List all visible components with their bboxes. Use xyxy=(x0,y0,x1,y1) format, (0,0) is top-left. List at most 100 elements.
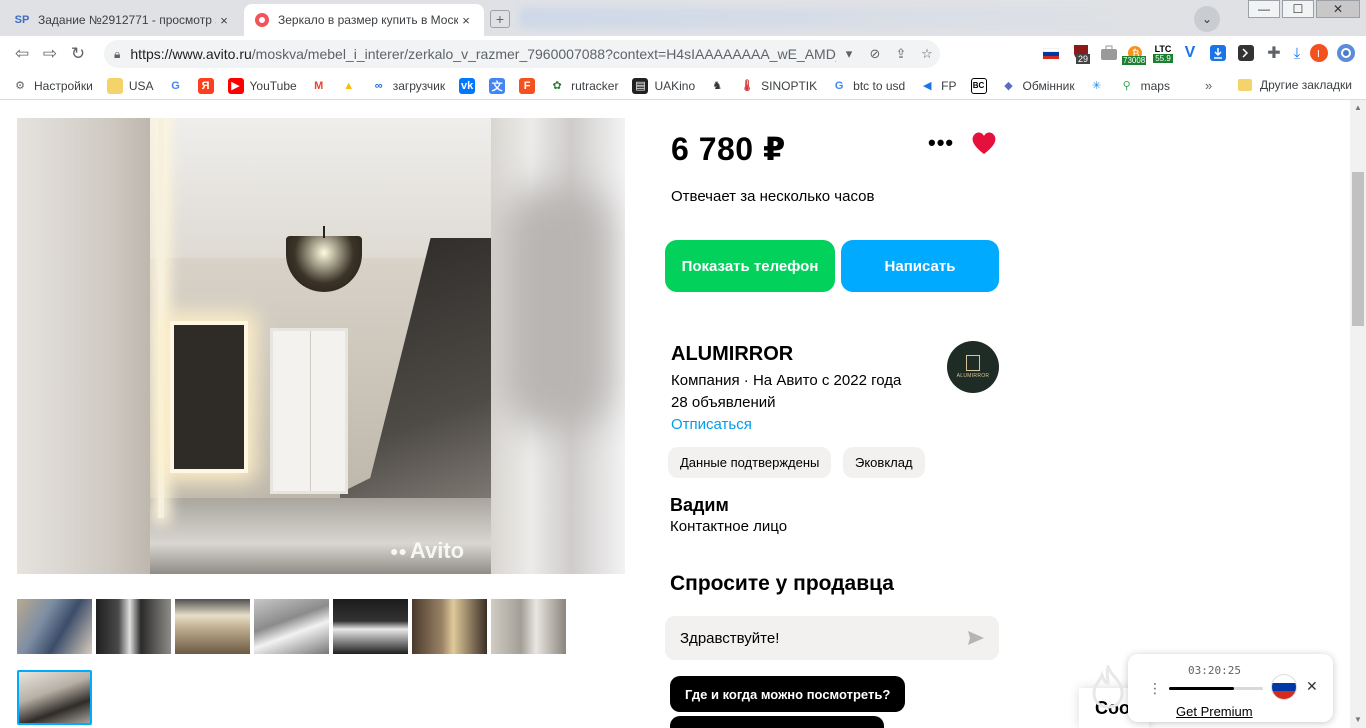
close-window-button[interactable]: ✕ xyxy=(1316,0,1360,18)
bookmark-item[interactable]: ▤ UAKino xyxy=(632,77,695,94)
show-phone-button[interactable]: Показать телефон xyxy=(665,240,835,292)
message-input[interactable] xyxy=(665,616,999,660)
thumbnail[interactable] xyxy=(254,599,329,654)
bookmark-item[interactable]: ▲ xyxy=(341,78,363,94)
tab-strip: SP Задание №2912771 - просмотр з × Зерка… xyxy=(0,0,1366,36)
thumbnail[interactable] xyxy=(333,599,408,654)
profile-avatar[interactable]: I xyxy=(1308,42,1330,64)
reload-icon[interactable]: ↻ xyxy=(64,44,92,64)
dropdown-icon[interactable]: ▾ xyxy=(836,46,862,62)
russia-flag-icon[interactable] xyxy=(1042,42,1060,64)
thumbnail[interactable] xyxy=(96,599,171,654)
thumbnail[interactable] xyxy=(491,599,566,654)
briefcase-extension-icon[interactable] xyxy=(1098,42,1120,64)
bookmark-item[interactable]: ⚙ Настройки xyxy=(12,78,93,94)
star-icon[interactable]: ☆ xyxy=(914,46,940,62)
bookmark-label: FP xyxy=(941,78,957,93)
bookmark-item[interactable]: 🌡︎ SINOPTIK xyxy=(739,78,817,94)
tab-task[interactable]: SP Задание №2912771 - просмотр з × xyxy=(4,4,242,36)
forward-arrow-icon[interactable]: ⇨ xyxy=(36,44,64,64)
bookmark-item[interactable]: ▶ YouTube xyxy=(227,77,297,94)
thumbnail[interactable] xyxy=(175,599,250,654)
bookmark-item[interactable]: G xyxy=(168,78,190,94)
bookmark-label: YouTube xyxy=(249,78,297,93)
scroll-down-icon[interactable]: ▼ xyxy=(1350,712,1366,728)
heart-icon[interactable] xyxy=(970,130,1000,158)
snowflake-icon: ✳ xyxy=(1091,80,1102,92)
write-message-button[interactable]: Написать xyxy=(841,240,999,292)
puzzle-extensions-icon[interactable]: ✚ xyxy=(1264,42,1284,64)
rutracker-icon: ✿ xyxy=(552,80,562,92)
tab-close-icon[interactable]: × xyxy=(216,13,232,28)
photo-light-strip xyxy=(158,118,164,518)
thumbnail[interactable] xyxy=(17,599,92,654)
quick-question-button[interactable]: Где и когда можно посмотреть? xyxy=(670,676,906,712)
address-bar[interactable]: 🔒︎ https://www.avito.ru/moskva/mebel_i_i… xyxy=(104,40,940,68)
bitcoin-extension-icon[interactable]: ₿ 73008 xyxy=(1122,42,1148,65)
seller-logo-mark xyxy=(966,355,980,371)
bookmark-item[interactable]: ◆ Обмінник xyxy=(1001,78,1074,94)
seller-name[interactable]: ALUMIRROR xyxy=(671,343,793,366)
thumbnail-selected[interactable] xyxy=(17,670,92,725)
scrollbar-thumb[interactable] xyxy=(1352,172,1364,326)
share-icon[interactable]: ⇪ xyxy=(888,46,914,62)
get-premium-link[interactable]: Get Premium xyxy=(1176,704,1253,719)
bookmark-item[interactable]: ∞ загрузчик xyxy=(371,78,445,94)
bookmark-item[interactable]: BC xyxy=(970,77,993,94)
svg-text:I: I xyxy=(1317,49,1320,60)
extension-badge: 29 xyxy=(1076,54,1091,64)
tab-avito[interactable]: Зеркало в размер купить в Моск × xyxy=(244,4,484,36)
url-text[interactable]: https://www.avito.ru/moskva/mebel_i_inte… xyxy=(130,46,836,62)
bookmark-item[interactable]: Gbtc to usd xyxy=(831,78,905,94)
maximize-button[interactable]: ☐ xyxy=(1282,0,1314,18)
downloads-icon[interactable]: ⤓ xyxy=(1288,42,1306,64)
tab-search-button[interactable]: ⌄ xyxy=(1194,6,1220,32)
photo-mirror xyxy=(170,321,248,473)
russia-flag-icon[interactable] xyxy=(1271,674,1297,700)
bookmark-item[interactable]: 文 xyxy=(489,77,511,94)
bookmark-item[interactable]: ♞ xyxy=(709,78,731,94)
sync-icon[interactable] xyxy=(1334,42,1358,64)
main-photo[interactable]: ●● Avito xyxy=(17,118,625,574)
bookmark-item[interactable]: ✿ rutracker xyxy=(549,78,618,94)
bookmark-item[interactable]: USA xyxy=(106,77,154,94)
shield-extension-icon[interactable]: 29 xyxy=(1070,42,1092,64)
widget-menu-icon[interactable]: ⋮ xyxy=(1148,680,1162,697)
google-icon: G xyxy=(834,79,844,92)
more-options-icon[interactable]: ••• xyxy=(928,130,954,156)
lock-icon[interactable]: 🔒︎ xyxy=(114,47,120,62)
ltc-extension-icon[interactable]: LTC 55.9 xyxy=(1150,42,1176,64)
other-bookmarks-label: Другие закладки xyxy=(1260,78,1352,92)
bookmark-label: USA xyxy=(128,78,154,93)
download-extension-icon[interactable] xyxy=(1208,42,1228,64)
page-scrollbar[interactable]: ▲ ▼ xyxy=(1350,100,1366,728)
bookmark-item[interactable]: ◀ FP xyxy=(919,78,957,94)
widget-close-icon[interactable]: ✕ xyxy=(1306,678,1318,695)
v-extension-icon[interactable]: V xyxy=(1180,42,1200,64)
send-icon[interactable] xyxy=(966,628,986,648)
terminal-extension-icon[interactable] xyxy=(1236,42,1256,64)
bookmark-item[interactable]: M xyxy=(311,78,333,94)
badge-eco[interactable]: Эковклад xyxy=(843,447,925,478)
photo-blur-right xyxy=(491,118,625,574)
bookmark-item[interactable]: Я xyxy=(197,77,220,94)
minimize-button[interactable]: — xyxy=(1248,0,1280,18)
bookmark-item[interactable]: ✳ xyxy=(1089,78,1111,94)
bookmark-item[interactable]: F xyxy=(519,77,541,94)
thumbnail[interactable] xyxy=(412,599,487,654)
widget-progress[interactable] xyxy=(1169,687,1263,690)
tab-close-icon[interactable]: × xyxy=(458,13,474,28)
other-bookmarks[interactable]: Другие закладки xyxy=(1238,78,1352,92)
bookmarks-overflow-chevron-icon[interactable]: » xyxy=(1205,78,1212,93)
back-arrow-icon[interactable]: ⇦ xyxy=(8,44,36,64)
scroll-up-icon[interactable]: ▲ xyxy=(1350,100,1366,116)
new-tab-button[interactable]: + xyxy=(490,10,510,28)
quick-question-button[interactable] xyxy=(670,716,884,728)
seller-ads-count[interactable]: 28 объявлений xyxy=(671,394,776,411)
bookmark-item[interactable]: ⚲ maps xyxy=(1119,78,1170,94)
unsubscribe-link[interactable]: Отписаться xyxy=(671,416,752,433)
bookmark-item[interactable]: vk xyxy=(459,77,481,94)
badge-verified[interactable]: Данные подтверждены xyxy=(668,447,832,478)
block-icon[interactable]: ⊘ xyxy=(862,46,888,62)
seller-avatar[interactable]: ALUMIRROR xyxy=(947,341,999,393)
